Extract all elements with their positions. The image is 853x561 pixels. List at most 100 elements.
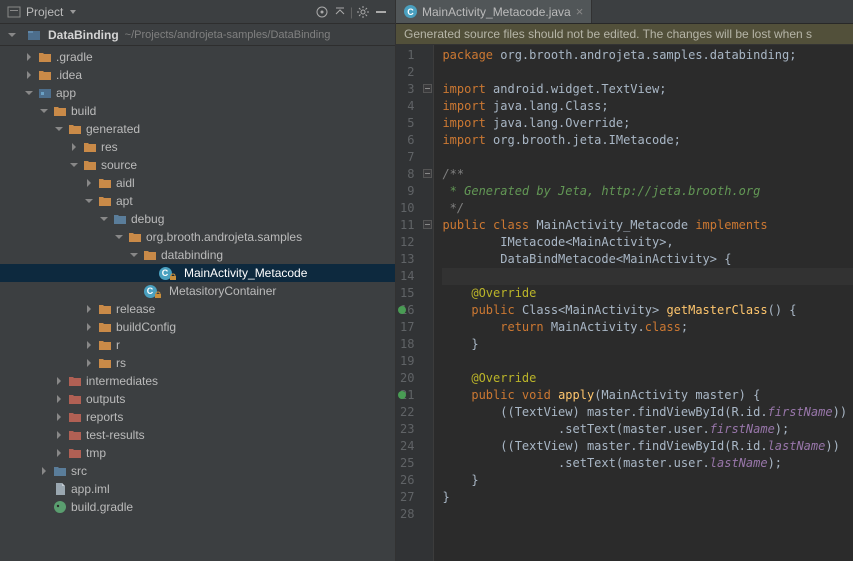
code-line[interactable]: import java.lang.Class;: [442, 98, 853, 115]
tree-item[interactable]: tmp: [0, 444, 395, 462]
code-line[interactable]: }: [442, 472, 853, 489]
code-line[interactable]: DataBindMetacode<MainActivity> {: [442, 251, 853, 268]
chevron-down-icon[interactable]: [128, 249, 140, 261]
fold-toggle-icon[interactable]: [423, 169, 432, 178]
tree-item[interactable]: src: [0, 462, 395, 480]
code-line[interactable]: return MainActivity.class;: [442, 319, 853, 336]
code-line[interactable]: @Override: [442, 370, 853, 387]
code-line[interactable]: .setText(master.user.firstName);: [442, 421, 853, 438]
chevron-down-icon[interactable]: [53, 123, 65, 135]
chevron-down-icon[interactable]: [68, 159, 80, 171]
code-line[interactable]: import org.brooth.jeta.IMetacode;: [442, 132, 853, 149]
fold-toggle-icon[interactable]: [423, 220, 432, 229]
chevron-down-icon[interactable]: [83, 195, 95, 207]
chevron-right-icon[interactable]: [23, 69, 35, 81]
tree-item[interactable]: build: [0, 102, 395, 120]
chevron-down-icon[interactable]: [38, 105, 50, 117]
gutter-marker-icon[interactable]: [398, 306, 406, 314]
code-line[interactable]: [442, 353, 853, 370]
code-line[interactable]: [442, 64, 853, 81]
code-line[interactable]: /**: [442, 166, 853, 183]
project-label[interactable]: Project: [26, 5, 63, 19]
project-tree[interactable]: .gradle .idea appbuildgeneratedressourceai…: [0, 46, 395, 561]
code-line[interactable]: public void apply(MainActivity master) {: [442, 387, 853, 404]
fold-toggle-icon[interactable]: [423, 84, 432, 93]
tree-item[interactable]: generated: [0, 120, 395, 138]
chevron-right-icon[interactable]: [83, 303, 95, 315]
code-line[interactable]: [442, 268, 853, 285]
code-line[interactable]: }: [442, 489, 853, 506]
folder-icon: [67, 409, 83, 425]
tree-item[interactable]: .gradle: [0, 48, 395, 66]
tree-item[interactable]: debug: [0, 210, 395, 228]
chevron-down-icon[interactable]: [6, 29, 18, 41]
tree-item[interactable]: CMainActivity_Metacode: [0, 264, 395, 282]
chevron-right-icon[interactable]: [83, 339, 95, 351]
tree-item[interactable]: outputs: [0, 390, 395, 408]
chevron-right-icon[interactable]: [38, 465, 50, 477]
code-line[interactable]: * Generated by Jeta, http://jeta.brooth.…: [442, 183, 853, 200]
chevron-right-icon[interactable]: [53, 411, 65, 423]
tree-item[interactable]: databinding: [0, 246, 395, 264]
tree-item[interactable]: buildConfig: [0, 318, 395, 336]
tree-item[interactable]: CMetasitoryContainer: [0, 282, 395, 300]
chevron-down-icon[interactable]: [70, 10, 76, 14]
spacer: [143, 267, 155, 279]
tree-item[interactable]: res: [0, 138, 395, 156]
tree-item[interactable]: r: [0, 336, 395, 354]
chevron-right-icon[interactable]: [83, 321, 95, 333]
code-line[interactable]: .setText(master.user.lastName);: [442, 455, 853, 472]
code-line[interactable]: import java.lang.Override;: [442, 115, 853, 132]
tree-item[interactable]: app: [0, 84, 395, 102]
tree-item-label: .idea: [56, 68, 82, 82]
chevron-right-icon[interactable]: [53, 447, 65, 459]
tree-item[interactable]: source: [0, 156, 395, 174]
code-line[interactable]: ((TextView) master.findViewById(R.id.las…: [442, 438, 853, 455]
code-editor[interactable]: 1234567891011121314151617181920212223242…: [396, 45, 853, 561]
close-icon[interactable]: ×: [576, 4, 584, 19]
fold-gutter[interactable]: [422, 45, 434, 561]
editor-tab[interactable]: C MainActivity_Metacode.java ×: [396, 0, 592, 23]
tree-item[interactable]: build.gradle: [0, 498, 395, 516]
tree-item[interactable]: reports: [0, 408, 395, 426]
folder-icon: [97, 175, 113, 191]
code-line[interactable]: }: [442, 336, 853, 353]
tree-item[interactable]: test-results: [0, 426, 395, 444]
code-line[interactable]: [442, 149, 853, 166]
chevron-right-icon[interactable]: [83, 177, 95, 189]
hide-icon[interactable]: [373, 4, 389, 20]
chevron-down-icon[interactable]: [113, 231, 125, 243]
code-line[interactable]: IMetacode<MainActivity>,: [442, 234, 853, 251]
tree-item[interactable]: intermediates: [0, 372, 395, 390]
gutter-marker-icon[interactable]: [398, 391, 406, 399]
code-line[interactable]: ((TextView) master.findViewById(R.id.fir…: [442, 404, 853, 421]
tree-item[interactable]: apt: [0, 192, 395, 210]
code-line[interactable]: import android.widget.TextView;: [442, 81, 853, 98]
code-line[interactable]: */: [442, 200, 853, 217]
chevron-right-icon[interactable]: [83, 357, 95, 369]
code-line[interactable]: public Class<MainActivity> getMasterClas…: [442, 302, 853, 319]
chevron-down-icon[interactable]: [98, 213, 110, 225]
tree-item[interactable]: .idea: [0, 66, 395, 84]
tree-item[interactable]: release: [0, 300, 395, 318]
gear-icon[interactable]: [355, 4, 371, 20]
chevron-right-icon[interactable]: [68, 141, 80, 153]
tree-item[interactable]: aidl: [0, 174, 395, 192]
tree-item[interactable]: rs: [0, 354, 395, 372]
code-line[interactable]: @Override: [442, 285, 853, 302]
chevron-right-icon[interactable]: [53, 393, 65, 405]
code-line[interactable]: package org.brooth.androjeta.samples.dat…: [442, 47, 853, 64]
collapse-icon[interactable]: [332, 4, 348, 20]
code-content[interactable]: package org.brooth.androjeta.samples.dat…: [434, 45, 853, 561]
chevron-right-icon[interactable]: [23, 51, 35, 63]
project-icon[interactable]: [6, 4, 22, 20]
scroll-target-icon[interactable]: [314, 4, 330, 20]
code-line[interactable]: [442, 506, 853, 523]
tree-item[interactable]: app.iml: [0, 480, 395, 498]
chevron-right-icon[interactable]: [53, 429, 65, 441]
line-number: 10: [400, 200, 414, 217]
chevron-down-icon[interactable]: [23, 87, 35, 99]
tree-item[interactable]: org.brooth.androjeta.samples: [0, 228, 395, 246]
chevron-right-icon[interactable]: [53, 375, 65, 387]
code-line[interactable]: public class MainActivity_Metacode imple…: [442, 217, 853, 234]
